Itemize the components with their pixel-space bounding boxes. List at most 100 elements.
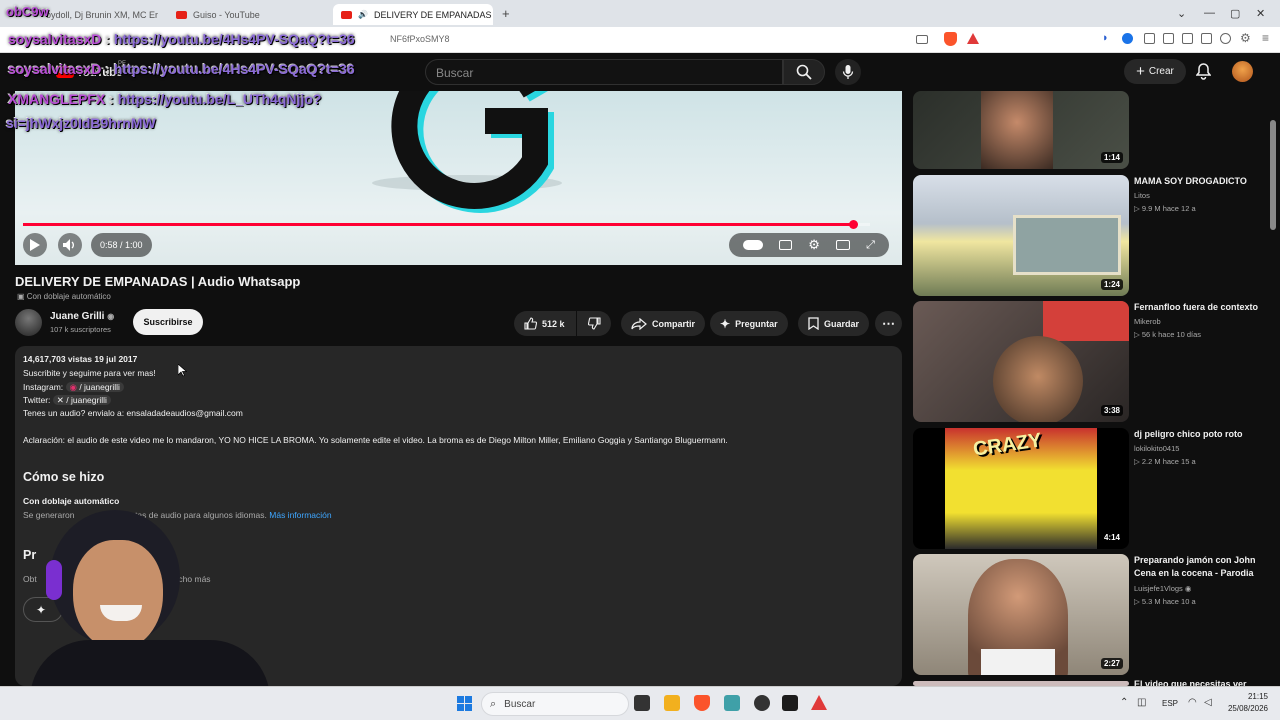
brave-rewards-taskbar-icon[interactable]	[811, 695, 827, 710]
notepad-icon[interactable]	[724, 695, 740, 711]
channel-avatar[interactable]	[15, 309, 42, 336]
thumbnail-face	[993, 336, 1083, 422]
settings-gear-icon[interactable]: ⚙	[1240, 31, 1251, 45]
read-aloud-icon[interactable]: ◗	[1102, 32, 1109, 44]
leo-ai-icon[interactable]	[1220, 33, 1231, 44]
recommendation-thumbnail[interactable]: 3:38	[913, 301, 1129, 422]
tab-label: oydoll, Dj Brunin XM, MC Erik	[46, 9, 158, 20]
video-duration: 1:14	[1100, 152, 1123, 163]
wifi-icon[interactable]: ◠	[1188, 697, 1197, 708]
search-icon	[796, 64, 812, 80]
page-scrollbar[interactable]	[1270, 120, 1276, 230]
clock-time[interactable]: 21:15	[1228, 692, 1268, 701]
recommendation-thumbnail[interactable]: 1:14	[913, 91, 1129, 169]
like-button[interactable]: 512 k	[514, 311, 576, 336]
tray-network-icon[interactable]: ◫	[1137, 697, 1146, 708]
clock-date[interactable]: 25/08/2026	[1222, 704, 1268, 713]
split-view-icon[interactable]	[1163, 33, 1174, 44]
save-button[interactable]: Guardar	[798, 311, 870, 336]
recommendation-title[interactable]: El video que necesitas ver	[1134, 678, 1264, 686]
windows-start-icon[interactable]	[457, 696, 472, 711]
recommendation-channel[interactable]: lokilokito0415	[1134, 444, 1179, 453]
channel-name[interactable]: Juane Grilli ◉	[50, 311, 114, 322]
instagram-link[interactable]: ◉ / juanegrilli	[65, 382, 124, 392]
more-info-link[interactable]: Más información	[269, 510, 331, 520]
share-icon	[631, 317, 647, 330]
youtube-favicon-icon	[176, 10, 187, 19]
description-line: Tenes un audio? envialo a: ensaladadeaud…	[23, 408, 243, 418]
browser-tab-active[interactable]: 🔊 DELIVERY DE EMPANADAS | A ✕	[333, 4, 493, 25]
brave-rewards-icon[interactable]	[967, 33, 979, 44]
recommendation-channel[interactable]: Luisjefe1Vlogs ◉	[1134, 584, 1191, 593]
recommendation-channel[interactable]: Mikerob	[1134, 317, 1161, 326]
sidebar-icon[interactable]	[1182, 33, 1193, 44]
search-input[interactable]: Buscar	[425, 59, 783, 85]
channel-name-text: Juane Grilli	[50, 311, 105, 322]
tab-label: DELIVERY DE EMPANADAS | A	[373, 9, 493, 20]
voice-search-button[interactable]	[835, 59, 861, 85]
recommendation-thumbnail[interactable]: 2:27	[913, 554, 1129, 675]
chat-separator: :	[105, 31, 110, 47]
ask-button[interactable]: ✦ Preguntar	[710, 311, 788, 336]
create-button[interactable]: + Crear	[1124, 59, 1186, 84]
recommendation-thumbnail[interactable]: CRAZY 4:14	[913, 428, 1129, 549]
recommendation-thumbnail[interactable]: 1:24	[913, 175, 1129, 296]
speaker-icon: 🔊	[358, 10, 368, 19]
subtitles-icon[interactable]	[779, 240, 793, 250]
thumbnail-house	[1013, 215, 1121, 275]
minimize-button[interactable]: —	[1204, 7, 1215, 19]
menu-icon[interactable]: ≡	[1262, 31, 1269, 45]
recommendation-meta: ▷ 56 k hace 10 días	[1134, 330, 1202, 339]
recommendation-title[interactable]: Preparando jamón con John Cena en la coc…	[1134, 554, 1264, 580]
share-button[interactable]: Compartir	[621, 311, 706, 336]
speaker-icon[interactable]: ◁	[1204, 697, 1212, 708]
cast-icon[interactable]	[916, 35, 928, 44]
maximize-button[interactable]: ▢	[1230, 7, 1240, 20]
chat-username: XMANGLEPFX	[8, 91, 106, 107]
volume-button[interactable]	[58, 233, 82, 257]
search-button[interactable]	[783, 59, 825, 85]
tray-chevron-icon[interactable]: ⌃	[1120, 697, 1128, 708]
terminal-icon[interactable]	[782, 695, 798, 711]
wallet-icon[interactable]	[1201, 33, 1212, 44]
fullscreen-icon[interactable]: ⤢	[866, 239, 875, 252]
subscribe-button[interactable]: Suscribirse	[133, 309, 203, 335]
verified-icon: ◉	[1184, 584, 1192, 593]
theater-mode-icon[interactable]	[835, 240, 850, 250]
vpn-icon[interactable]	[1122, 33, 1133, 44]
obs-studio-icon[interactable]	[754, 695, 770, 711]
recommendation-channel[interactable]: Litos	[1134, 191, 1150, 200]
play-button[interactable]	[23, 233, 47, 257]
settings-gear-icon[interactable]: ⚙	[808, 237, 820, 253]
browser-tab[interactable]: Guiso - YouTube	[168, 4, 328, 25]
dub-icon: ▣	[17, 292, 27, 301]
recommendation-title[interactable]: MAMA SOY DROGADICTO	[1134, 175, 1264, 188]
search-placeholder: Buscar	[436, 66, 474, 80]
new-tab-button[interactable]: +	[502, 6, 510, 21]
ask-label: Preguntar	[735, 318, 778, 329]
task-view-icon[interactable]	[634, 695, 650, 711]
taskbar-search[interactable]: ⌕ Buscar	[481, 692, 629, 716]
progress-scrubber[interactable]	[849, 220, 859, 229]
autoplay-toggle-icon[interactable]	[743, 240, 764, 250]
description-line: Twitter: ✕ / juanegrilli	[23, 395, 111, 406]
url-text[interactable]: NF6fPxoSMY8	[390, 34, 450, 44]
recommendation-title[interactable]: Fernanfloo fuera de contexto	[1134, 301, 1264, 314]
browser-tab[interactable]: oydoll, Dj Brunin XM, MC Erik	[38, 4, 158, 25]
user-avatar[interactable]	[1232, 61, 1253, 82]
brave-browser-icon[interactable]	[694, 695, 710, 711]
dislike-button[interactable]	[577, 311, 611, 336]
language-indicator[interactable]: ESP	[1162, 699, 1178, 708]
mouse-cursor-icon	[177, 363, 188, 382]
more-actions-icon[interactable]: ⋯	[875, 311, 902, 336]
notifications-bell-icon[interactable]	[1195, 63, 1212, 85]
video-title: DELIVERY DE EMPANADAS | Audio Whatsapp	[15, 274, 301, 289]
twitter-link[interactable]: ✕ / juanegrilli	[52, 395, 111, 405]
file-explorer-icon[interactable]	[664, 695, 680, 711]
close-button[interactable]: ✕	[1256, 7, 1265, 20]
recommendation-title[interactable]: dj peligro chico poto roto	[1134, 428, 1264, 441]
brave-shield-icon[interactable]	[944, 32, 957, 46]
chat-username: soysalvitasxD	[8, 31, 102, 47]
extensions-icon[interactable]	[1144, 33, 1155, 44]
tab-search-icon[interactable]: ⌄	[1177, 7, 1186, 20]
